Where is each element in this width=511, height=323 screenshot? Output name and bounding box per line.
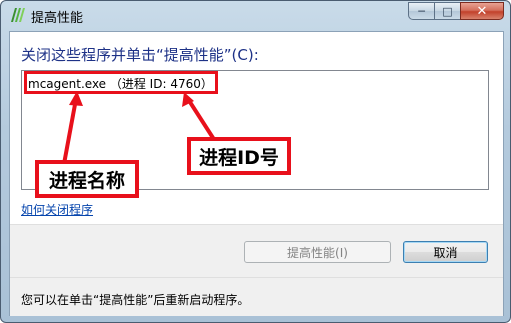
maximize-button[interactable]: □ (434, 2, 460, 20)
app-logo-icon (11, 8, 25, 22)
improve-performance-button[interactable]: 提高性能(I) (244, 241, 391, 263)
cancel-button[interactable]: 取消 (403, 241, 488, 263)
window-title: 提高性能 (31, 11, 84, 26)
minimize-icon: ─ (418, 4, 425, 18)
close-icon: ✕ (476, 3, 488, 19)
dialog-window: 提高性能 ─ □ ✕ 关闭这些程序并单击“提高性能”(C): mcagent.e… (0, 0, 511, 323)
how-to-close-link[interactable]: 如何关闭程序 (21, 201, 93, 218)
button-row: 提高性能(I) 取消 (10, 224, 503, 277)
maximize-icon: □ (442, 4, 453, 18)
minimize-button[interactable]: ─ (408, 2, 434, 20)
footer: 您可以在单击“提高性能”后重新启动程序。 (10, 277, 503, 316)
arrow-to-process-name (62, 91, 83, 165)
close-button[interactable]: ✕ (460, 2, 504, 20)
process-name-callout: 进程名称 (35, 160, 139, 198)
process-list[interactable]: mcagent.exe （进程 ID: 4760） 进程名称 进程ID号 (21, 70, 489, 198)
title-bar[interactable]: 提高性能 ─ □ ✕ (1, 1, 510, 29)
arrow-to-process-id (182, 92, 217, 143)
dialog-content: 关闭这些程序并单击“提高性能”(C): mcagent.exe （进程 ID: … (9, 31, 504, 316)
instruction-text: 关闭这些程序并单击“提高性能”(C): (21, 46, 259, 64)
process-id-callout: 进程ID号 (187, 137, 291, 175)
footer-text: 您可以在单击“提高性能”后重新启动程序。 (21, 293, 250, 307)
window-controls: ─ □ ✕ (408, 2, 504, 21)
